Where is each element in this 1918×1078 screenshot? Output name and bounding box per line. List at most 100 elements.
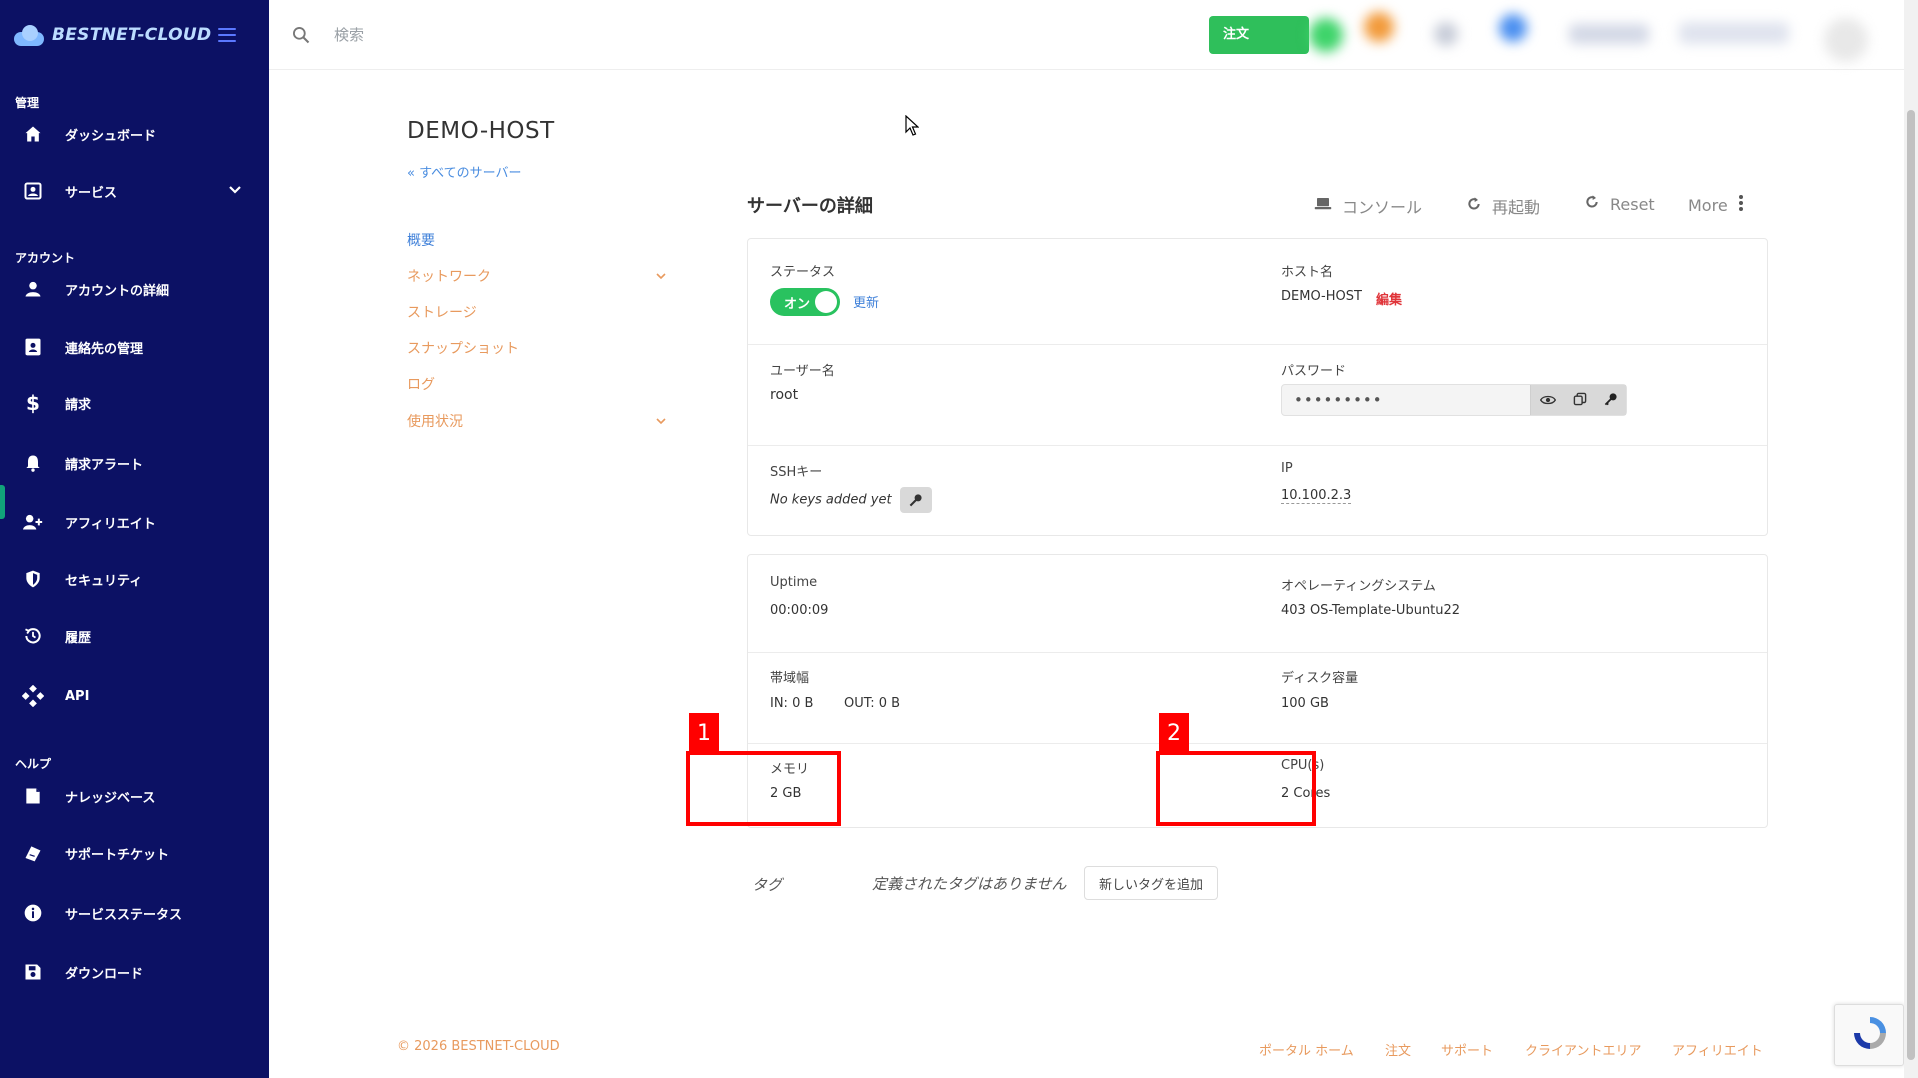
menu-toggle-icon[interactable]: [218, 28, 236, 42]
status-refresh-link[interactable]: 更新: [853, 292, 879, 311]
subnav-snapshots[interactable]: スナップショット: [407, 338, 519, 358]
sidebar-item-label: ダッシュボード: [65, 128, 157, 144]
sidebar-item-history[interactable]: 履歴: [0, 616, 269, 656]
add-ssh-key-button[interactable]: [899, 487, 932, 513]
key-icon[interactable]: [1604, 391, 1618, 410]
search-icon[interactable]: [291, 25, 311, 49]
copy-icon[interactable]: [1573, 391, 1587, 410]
server-details-title: サーバーの詳細: [747, 196, 873, 217]
home-icon: [22, 123, 44, 145]
user-plus-icon: [22, 511, 44, 533]
laptop-icon: [1314, 196, 1332, 216]
sidebar-item-billing-alerts[interactable]: 請求アラート: [0, 443, 269, 483]
info-icon: [22, 902, 44, 924]
brand-logo[interactable]: BESTNET-CLOUD: [12, 24, 211, 46]
sidebar-item-label: 履歴: [65, 630, 92, 646]
save-icon: [22, 961, 44, 983]
sidebar-item-downloads[interactable]: ダウンロード: [0, 952, 269, 992]
sidebar: BESTNET-CLOUD 管理 ダッシュボード サービス アカウント アカウン…: [0, 0, 269, 1078]
chevron-down-icon[interactable]: [656, 415, 666, 428]
sidebar-item-service-status[interactable]: サービスステータス: [0, 893, 269, 933]
sidebar-section-help: ヘルプ: [15, 757, 52, 771]
scrollbar-thumb[interactable]: [1907, 110, 1915, 1060]
eye-icon[interactable]: [1539, 391, 1556, 410]
sidebar-section-manage: 管理: [15, 96, 40, 110]
refresh-icon: [1466, 196, 1482, 216]
stats-row-uptime: Uptime 00:00:09 オペレーティングシステム 403 OS-Temp…: [748, 555, 1767, 652]
sidebar-item-services[interactable]: サービス: [0, 171, 269, 211]
sidebar-item-label: アカウントの詳細: [65, 283, 170, 299]
sidebar-item-label: アフィリエイト: [65, 516, 156, 532]
hostname-edit-link[interactable]: 編集: [1376, 289, 1402, 308]
cloud-logo-icon: [12, 24, 46, 46]
footer-link-support[interactable]: サポート: [1441, 1040, 1493, 1059]
sidebar-item-billing[interactable]: $ 請求: [0, 383, 269, 423]
footer-copyright: © 2026 BESTNET-CLOUD: [397, 1039, 560, 1054]
details-row-network: SSHキー No keys added yet IP 10.100.2.3: [748, 445, 1767, 537]
sidebar-item-security[interactable]: セキュリティ: [0, 559, 269, 599]
password-actions: [1530, 385, 1626, 415]
back-to-servers-link[interactable]: « すべてのサーバー: [407, 162, 522, 181]
search-input[interactable]: [334, 22, 934, 48]
dollar-icon: $: [26, 391, 40, 415]
status-label: ステータス: [770, 265, 836, 280]
tags-empty-message: 定義されたタグはありません: [872, 875, 1067, 893]
ip-value[interactable]: 10.100.2.3: [1281, 488, 1352, 504]
sidebar-item-api[interactable]: API: [0, 676, 269, 716]
sidebar-item-knowledgebase[interactable]: ナレッジベース: [0, 776, 269, 816]
book-icon: [22, 785, 44, 807]
sidebar-item-label: ダウンロード: [65, 966, 144, 982]
sidebar-item-support-tickets[interactable]: サポートチケット: [0, 833, 269, 873]
subnav-storage[interactable]: ストレージ: [407, 302, 477, 322]
bandwidth-in: IN: 0 B: [770, 696, 814, 711]
os-label: オペレーティングシステム: [1281, 579, 1436, 594]
sidebar-item-account-details[interactable]: アカウントの詳細: [0, 269, 269, 309]
console-button[interactable]: コンソール: [1314, 194, 1422, 218]
history-icon: [22, 625, 44, 647]
sidebar-item-contacts[interactable]: 連絡先の管理: [0, 327, 269, 367]
sidebar-item-label: サポートチケット: [65, 847, 170, 863]
sidebar-item-label: API: [65, 688, 90, 704]
disk-label: ディスク容量: [1281, 671, 1359, 686]
subnav-overview[interactable]: 概要: [407, 230, 435, 250]
status-toggle[interactable]: オン: [770, 288, 840, 316]
refresh-icon: [1584, 194, 1600, 214]
page-scrollbar[interactable]: [1904, 0, 1918, 1078]
reset-button[interactable]: Reset: [1584, 194, 1655, 214]
password-value: •••••••••: [1294, 391, 1383, 409]
chevron-down-icon[interactable]: [656, 270, 666, 283]
recaptcha-badge[interactable]: [1834, 1004, 1904, 1066]
stats-row-bandwidth: 帯域幅 IN: 0 B OUT: 0 B ディスク容量 100 GB: [748, 652, 1767, 743]
reboot-button[interactable]: 再起動: [1466, 194, 1540, 218]
password-field[interactable]: •••••••••: [1281, 384, 1627, 416]
contacts-icon: [22, 336, 44, 358]
top-bar: 注文: [269, 0, 1918, 70]
footer-link-portal-home[interactable]: ポータル ホーム: [1259, 1040, 1354, 1059]
footer-link-order[interactable]: 注文: [1385, 1040, 1411, 1059]
footer-link-client-area[interactable]: クライアントエリア: [1525, 1040, 1641, 1059]
sidebar-item-label: 連絡先の管理: [65, 341, 144, 357]
sidebar-item-dashboard[interactable]: ダッシュボード: [0, 114, 269, 154]
uptime-label: Uptime: [770, 575, 818, 590]
footer-link-affiliates[interactable]: アフィリエイト: [1672, 1040, 1763, 1059]
api-icon: [22, 685, 44, 707]
subnav-usage[interactable]: 使用状況: [407, 411, 463, 431]
add-tag-button[interactable]: 新しいタグを追加: [1084, 866, 1218, 900]
subnav-logs[interactable]: ログ: [407, 374, 435, 394]
bell-icon: [22, 452, 44, 474]
details-row-credentials: ユーザー名 root パスワード •••••••••: [748, 344, 1767, 445]
tags-label: タグ: [752, 876, 783, 894]
details-row-status: ステータス オン 更新 ホスト名 DEMO-HOST 編集: [748, 239, 1767, 344]
chevron-down-icon[interactable]: [228, 184, 242, 198]
more-button[interactable]: More: [1688, 194, 1744, 216]
ssh-keys-row: No keys added yet: [770, 487, 932, 513]
uptime-value: 00:00:09: [770, 603, 829, 618]
recaptcha-icon: [1854, 1017, 1886, 1049]
sidebar-item-affiliates[interactable]: アフィリエイト: [0, 502, 269, 542]
toggle-knob: [815, 291, 837, 313]
subnav-network[interactable]: ネットワーク: [407, 266, 491, 286]
kebab-menu-icon: [1738, 194, 1744, 216]
status-toggle-label: オン: [784, 297, 811, 312]
annotation-label-1: 1: [689, 713, 719, 751]
brand-name: BESTNET-CLOUD: [52, 25, 212, 45]
